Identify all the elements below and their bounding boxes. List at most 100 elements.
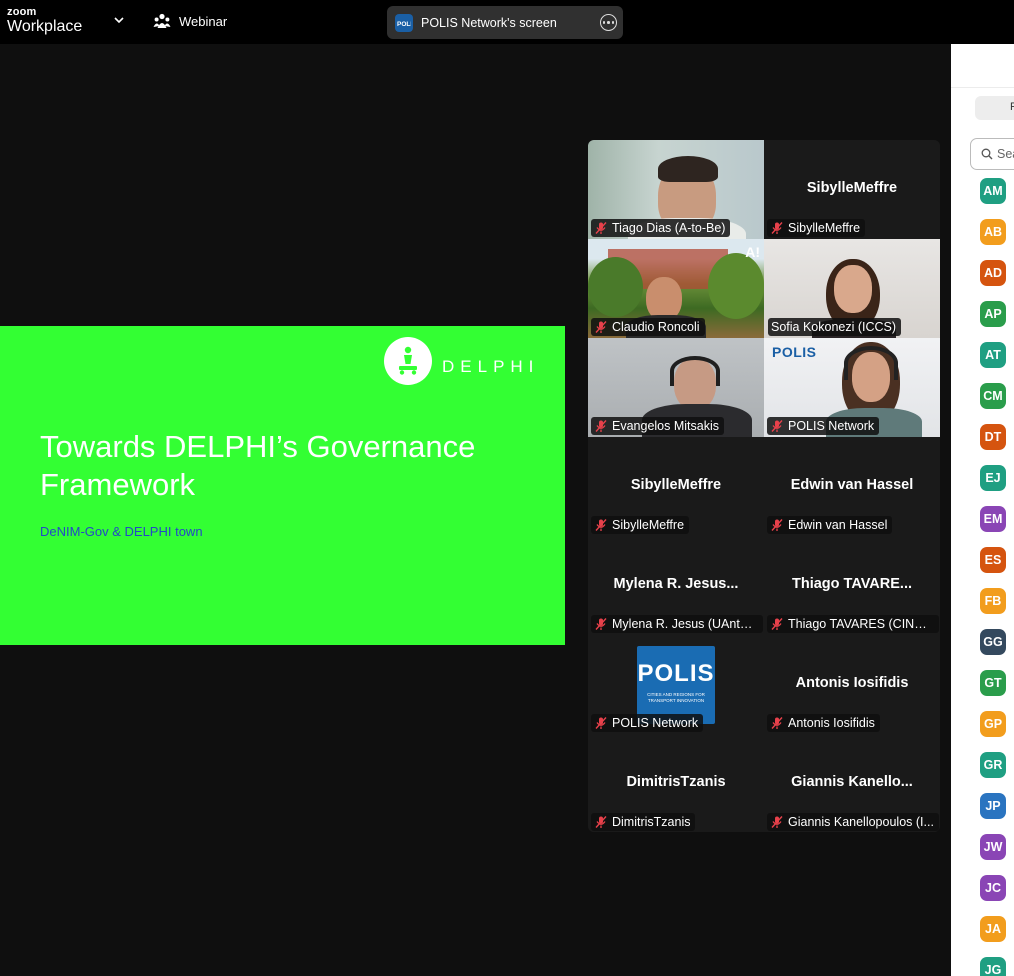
participant-label: Tiago Dias (A-to-Be): [591, 219, 731, 237]
participant-avatar[interactable]: AD: [980, 260, 1006, 286]
video-tile[interactable]: Edwin van Hassel Edwin van Hassel: [764, 437, 940, 536]
video-tile[interactable]: POLIS POLIS Network: [764, 338, 940, 437]
participant-center-name: Mylena R. Jesus...: [613, 576, 739, 592]
background-tree-left: [588, 257, 643, 317]
zoom-workplace-logo[interactable]: zoom Workplace: [7, 7, 82, 35]
participant-avatar[interactable]: ES: [980, 547, 1006, 573]
participant-avatar[interactable]: JP: [980, 793, 1006, 819]
video-tile[interactable]: Mylena R. Jesus... Mylena R. Jesus (UAnt…: [588, 536, 764, 635]
delphi-logo-icon: [384, 337, 432, 385]
active-speaker-tile[interactable]: Sofia Kokonezi (ICCS): [764, 239, 940, 338]
video-tile[interactable]: POLIS CITIES AND REGIONS FOR TRANSPORT I…: [588, 635, 764, 734]
participant-name: Mylena R. Jesus (UAntw...: [612, 617, 758, 631]
participant-name: SibylleMeffre: [612, 518, 685, 532]
top-bar: zoom Workplace Webinar POLIS POLIS Netwo…: [0, 0, 1014, 44]
participant-name: Tiago Dias (A-to-Be): [612, 221, 726, 235]
participant-avatar[interactable]: AB: [980, 219, 1006, 245]
video-tile[interactable]: Tiago Dias (A-to-Be): [588, 140, 764, 239]
participant-center-name: Giannis Kanello...: [791, 774, 913, 790]
participant-label: Antonis Iosifidis: [767, 714, 880, 732]
participant-headset: [844, 346, 898, 380]
participant-avatar[interactable]: GT: [980, 670, 1006, 696]
polis-logo-tagline: CITIES AND REGIONS FOR TRANSPORT INNOVAT…: [647, 692, 705, 703]
video-tile[interactable]: Thiago TAVARE... Thiago TAVARES (CINEA): [764, 536, 940, 635]
participant-label: Giannis Kanellopoulos (I...: [767, 813, 939, 831]
participant-label: Claudio Roncoli: [591, 318, 705, 336]
slide-brand: DELPHI: [442, 357, 540, 376]
muted-mic-icon: [771, 420, 783, 432]
video-tile[interactable]: SibylleMeffre SibylleMeffre: [588, 437, 764, 536]
participant-name: Giannis Kanellopoulos (I...: [788, 815, 934, 829]
video-tile[interactable]: Evangelos Mitsakis: [588, 338, 764, 437]
participant-avatar[interactable]: DT: [980, 424, 1006, 450]
participant-name: Antonis Iosifidis: [788, 716, 875, 730]
participant-label: Sofia Kokonezi (ICCS): [768, 318, 902, 336]
muted-mic-icon: [595, 519, 607, 531]
webinar-indicator[interactable]: Webinar: [153, 12, 227, 30]
muted-mic-icon: [595, 222, 607, 234]
video-tile[interactable]: DimitrisTzanis DimitrisTzanis: [588, 734, 764, 832]
participant-center-name: Antonis Iosifidis: [795, 675, 909, 691]
polis-logo-badge: POLIS: [772, 344, 817, 360]
participant-avatar[interactable]: CM: [980, 383, 1006, 409]
video-tile[interactable]: SibylleMeffre SibylleMeffre: [764, 140, 940, 239]
slide-title: Towards DELPHI’s Governance Framework: [40, 429, 476, 502]
background-tree-right: [708, 253, 764, 319]
participant-search[interactable]: Search: [970, 138, 1014, 170]
participant-label: SibylleMeffre: [591, 516, 690, 534]
participant-avatar[interactable]: GP: [980, 711, 1006, 737]
participant-avatar[interactable]: JC: [980, 875, 1006, 901]
participant-avatar[interactable]: JW: [980, 834, 1006, 860]
participant-avatar[interactable]: AT: [980, 342, 1006, 368]
video-tile[interactable]: A! Claudio Roncoli: [588, 239, 764, 338]
participant-avatar[interactable]: JG: [980, 957, 1006, 976]
participant-avatar[interactable]: AM: [980, 178, 1006, 204]
participant-gallery: Tiago Dias (A-to-Be) SibylleMeffre Sibyl…: [588, 140, 940, 832]
more-options-icon[interactable]: [600, 14, 617, 31]
participant-label: SibylleMeffre: [767, 219, 866, 237]
muted-mic-icon: [595, 618, 607, 630]
participant-headset: [670, 356, 720, 386]
participant-center-name: SibylleMeffre: [630, 477, 722, 493]
polis-logo-text: POLIS: [637, 660, 715, 687]
participant-avatar[interactable]: JA: [980, 916, 1006, 942]
muted-mic-icon: [771, 717, 783, 729]
participant-label: POLIS Network: [591, 714, 704, 732]
polis-logo-icon: POLIS: [395, 13, 413, 32]
participant-name: POLIS Network: [788, 419, 875, 433]
participants-panel: P Search AM AB AD AP AT CM DT EJ EM ES FB GG GT GP GR J…: [951, 44, 1014, 976]
participant-name: POLIS Network: [612, 716, 699, 730]
participant-avatar[interactable]: FB: [980, 588, 1006, 614]
participant-avatar[interactable]: GR: [980, 752, 1006, 778]
video-tile[interactable]: Giannis Kanello... Giannis Kanellopoulos…: [764, 734, 940, 832]
muted-mic-icon: [595, 816, 607, 828]
participant-label: Edwin van Hassel: [767, 516, 893, 534]
video-tile[interactable]: Antonis Iosifidis Antonis Iosifidis: [764, 635, 940, 734]
slide-subtitle: DeNIM-Gov & DELPHI town: [40, 524, 203, 539]
participant-name: Edwin van Hassel: [788, 518, 888, 532]
channel-badge: A!: [745, 244, 760, 260]
logo-line-1: zoom: [7, 6, 37, 18]
polis-profile-picture: POLIS CITIES AND REGIONS FOR TRANSPORT I…: [637, 646, 715, 724]
participant-name: Claudio Roncoli: [612, 320, 700, 334]
muted-mic-icon: [595, 420, 607, 432]
webinar-people-icon: [153, 13, 171, 28]
panel-header: [951, 44, 1014, 88]
participant-label: Mylena R. Jesus (UAntw...: [591, 615, 763, 633]
panel-tab[interactable]: P: [975, 96, 1014, 120]
screen-share-pill[interactable]: POLIS POLIS Network's screen: [387, 6, 623, 39]
participant-avatar[interactable]: GG: [980, 629, 1006, 655]
participant-label: DimitrisTzanis: [591, 813, 696, 831]
search-placeholder: Search: [997, 147, 1014, 161]
muted-mic-icon: [771, 618, 783, 630]
participant-center-name: SibylleMeffre: [806, 180, 898, 196]
participant-center-name: Thiago TAVARE...: [791, 576, 913, 592]
participant-hair: [658, 156, 718, 182]
participant-avatar[interactable]: EM: [980, 506, 1006, 532]
screen-share-label: POLIS Network's screen: [421, 15, 557, 30]
participant-center-name: DimitrisTzanis: [626, 774, 726, 790]
chevron-down-icon[interactable]: [112, 13, 126, 27]
participant-avatar[interactable]: AP: [980, 301, 1006, 327]
participant-name: Evangelos Mitsakis: [612, 419, 719, 433]
participant-avatar[interactable]: EJ: [980, 465, 1006, 491]
